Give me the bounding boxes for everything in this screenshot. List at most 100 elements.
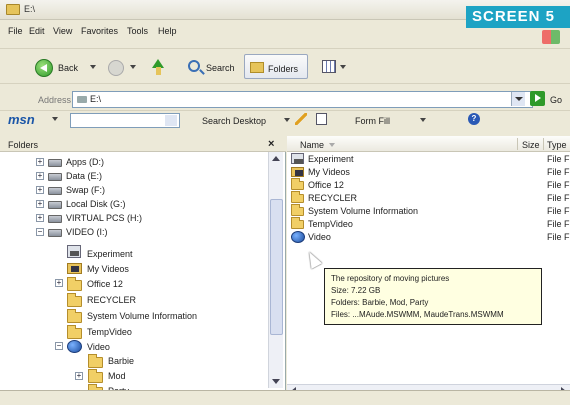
- menu-favorites[interactable]: Favorites: [81, 26, 118, 36]
- folder-icon: [88, 369, 103, 383]
- file-name: Video: [308, 232, 331, 242]
- back-arrow-icon[interactable]: [35, 59, 53, 77]
- form-fill-dropdown-icon[interactable]: [420, 118, 426, 122]
- drive-icon: [48, 229, 62, 237]
- tree-item-label: RECYCLER: [87, 295, 137, 305]
- search-desktop-button[interactable]: Search Desktop: [202, 116, 266, 126]
- back-button[interactable]: Back: [58, 63, 78, 73]
- address-dropdown-icon[interactable]: [511, 92, 525, 106]
- folders-pane-title: Folders: [8, 140, 39, 150]
- folder-icon: [291, 217, 304, 229]
- folder-info-tooltip: The repository of moving pictures Size: …: [324, 268, 542, 325]
- folder-icon: [6, 4, 20, 15]
- help-icon[interactable]: ?: [468, 113, 480, 125]
- folder-icon: [67, 309, 82, 323]
- video-folder-icon: [291, 231, 305, 243]
- video-folder-icon: [67, 340, 82, 353]
- back-dropdown-icon[interactable]: [90, 65, 96, 69]
- file-row-video[interactable]: Video File F: [291, 231, 570, 244]
- name-column-header[interactable]: Name: [300, 140, 324, 150]
- tree-item-label: Local Disk (G:): [66, 199, 126, 209]
- tree-item-label: TempVideo: [87, 327, 132, 337]
- folder-icon: [67, 277, 82, 291]
- expand-icon[interactable]: +: [36, 200, 44, 208]
- search-button[interactable]: Search: [206, 63, 235, 73]
- address-input[interactable]: E:\: [72, 91, 533, 108]
- tree-item-label: Experiment: [87, 249, 133, 259]
- folders-button[interactable]: Folders: [244, 54, 308, 79]
- explorer-window: E:\ SCREEN 5 File Edit View Favorites To…: [0, 0, 570, 405]
- file-type: File F: [547, 193, 570, 203]
- folder-icon: [88, 354, 103, 368]
- folders-vertical-scrollbar[interactable]: [268, 152, 283, 388]
- expand-icon[interactable]: +: [75, 372, 83, 380]
- forward-arrow-icon[interactable]: [108, 60, 124, 76]
- go-arrow-icon[interactable]: [530, 91, 545, 106]
- scroll-thumb[interactable]: [270, 199, 283, 335]
- popup-blocker-icon[interactable]: [316, 113, 327, 125]
- screen-badge: SCREEN 5: [466, 6, 570, 28]
- file-type: File F: [547, 206, 570, 216]
- search-desktop-dropdown-icon[interactable]: [284, 118, 290, 122]
- up-folder-icon[interactable]: [150, 59, 166, 75]
- folder-icon: [67, 293, 82, 307]
- file-name: System Volume Information: [308, 206, 419, 216]
- tooltip-files: Files: ...MAude.MSWMM, MaudeTrans.MSWMM: [331, 310, 504, 319]
- collapse-icon[interactable]: −: [55, 342, 63, 350]
- drive-icon: [48, 201, 62, 209]
- msn-logo[interactable]: msn: [8, 112, 35, 127]
- go-button[interactable]: Go: [550, 95, 562, 105]
- menu-help[interactable]: Help: [158, 26, 177, 36]
- highlight-pen-icon[interactable]: [295, 113, 307, 125]
- expand-icon[interactable]: +: [36, 186, 44, 194]
- forward-dropdown-icon[interactable]: [130, 65, 136, 69]
- views-dropdown-icon[interactable]: [340, 65, 346, 69]
- drive-icon: [48, 187, 62, 195]
- size-column-header[interactable]: Size: [522, 140, 540, 150]
- file-name: Office 12: [308, 180, 344, 190]
- views-icon[interactable]: [322, 60, 336, 73]
- file-row-my-videos[interactable]: My Videos File F: [291, 166, 570, 179]
- close-pane-icon[interactable]: ×: [268, 138, 274, 150]
- tree-item-label: Swap (F:): [66, 185, 106, 195]
- expand-icon[interactable]: +: [36, 214, 44, 222]
- experiment-icon: [291, 153, 304, 164]
- file-row-system-volume-information[interactable]: System Volume Information File F: [291, 204, 570, 218]
- type-column-header[interactable]: Type: [547, 140, 567, 150]
- menu-file[interactable]: File: [8, 26, 23, 36]
- status-bar: [0, 390, 570, 405]
- file-row-office-12[interactable]: Office 12 File F: [291, 178, 570, 192]
- msn-search-input[interactable]: [70, 113, 180, 128]
- drive-icon: [48, 159, 62, 167]
- collapse-icon[interactable]: −: [36, 228, 44, 236]
- column-divider[interactable]: [543, 138, 544, 150]
- folder-icon: [291, 178, 304, 190]
- experiment-icon: [67, 245, 81, 258]
- menu-view[interactable]: View: [53, 26, 72, 36]
- expand-icon[interactable]: +: [55, 279, 63, 287]
- file-name: TempVideo: [308, 219, 353, 229]
- tree-item-label: My Videos: [87, 264, 129, 274]
- search-icon[interactable]: [188, 60, 200, 72]
- file-name: My Videos: [308, 167, 350, 177]
- expand-icon[interactable]: +: [36, 172, 44, 180]
- folders-button-label: Folders: [268, 64, 299, 74]
- file-type: File F: [547, 167, 570, 177]
- scroll-down-icon[interactable]: [272, 379, 280, 384]
- folder-icon: [291, 191, 304, 203]
- file-row-tempvideo[interactable]: TempVideo File F: [291, 217, 570, 231]
- scroll-up-icon[interactable]: [272, 156, 280, 161]
- file-type: File F: [547, 232, 570, 242]
- file-row-recycler[interactable]: RECYCLER File F: [291, 191, 570, 205]
- column-divider[interactable]: [517, 138, 518, 150]
- tree-item-label: Office 12: [87, 279, 123, 289]
- msn-dropdown-icon[interactable]: [52, 117, 58, 121]
- menu-tools[interactable]: Tools: [127, 26, 148, 36]
- menu-edit[interactable]: Edit: [29, 26, 45, 36]
- folders-pane-header: [0, 136, 286, 152]
- tree-item-label: VIRTUAL PCS (H:): [66, 213, 143, 223]
- expand-icon[interactable]: +: [36, 158, 44, 166]
- form-fill-button[interactable]: Form Fill: [355, 116, 390, 126]
- tree-item-label: System Volume Information: [87, 311, 198, 321]
- file-row-experiment[interactable]: Experiment File F: [291, 153, 570, 166]
